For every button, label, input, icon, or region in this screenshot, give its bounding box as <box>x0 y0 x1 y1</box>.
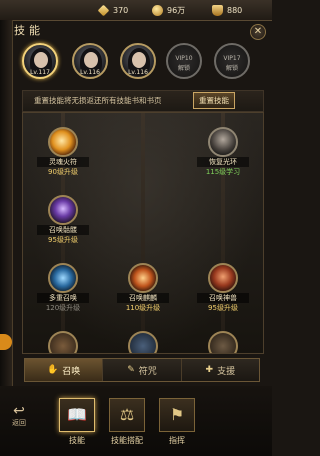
nav-label: 技能 <box>69 436 85 445</box>
hero-level: Lv.116 <box>128 69 148 76</box>
skill-name: 召唤神兽 <box>197 293 249 303</box>
reset-skills-button[interactable]: 重置技能 <box>193 92 235 109</box>
back-arrow-icon: ↩ <box>13 403 25 419</box>
command-icon: ⚑ <box>159 398 195 432</box>
skeleton-icon <box>48 195 78 225</box>
skill-status: 95级升级 <box>208 304 238 312</box>
skill-name: 恢复光环 <box>197 157 249 167</box>
ingot-count: 880 <box>227 5 243 15</box>
tab-talisman[interactable]: ✎ 符咒 <box>103 359 182 381</box>
skill-name: 灵魂火符 <box>37 157 89 167</box>
vip-requirement: VIP10 <box>175 55 193 62</box>
nav-label: 技能搭配 <box>111 436 143 445</box>
vip-requirement: VIP17 <box>223 55 241 62</box>
tab-support[interactable]: ✚ 支援 <box>182 359 259 381</box>
skill-status: 95级升级 <box>48 236 78 244</box>
support-icon: ✚ <box>205 365 214 375</box>
skill-name: 召唤麒麟 <box>117 293 169 303</box>
skill-soul-fire-talisman[interactable]: 灵魂火符 90级升级 <box>37 127 89 176</box>
skill-multi-summon[interactable]: 多重召唤 120级升级 <box>37 263 89 312</box>
tab-label: 召唤 <box>62 366 81 377</box>
fire-talisman-icon <box>48 127 78 157</box>
talisman-icon: ✎ <box>127 365 135 375</box>
skill-summon-skeleton[interactable]: 召唤骷髅 95级升级 <box>37 195 89 244</box>
coin-count: 96万 <box>167 5 186 15</box>
skill-name: 召唤骷髅 <box>37 225 89 235</box>
skill-icon <box>128 331 158 353</box>
skill-status: 120级升级 <box>45 304 81 312</box>
skill-partial-3[interactable] <box>197 331 249 353</box>
multi-summon-icon <box>48 263 78 293</box>
nav-skills[interactable]: 📖 技能 <box>56 398 98 450</box>
back-label: 返回 <box>12 419 26 427</box>
skill-status: 115级学习 <box>205 168 241 176</box>
skill-status: 110级升级 <box>125 304 161 312</box>
back-button[interactable]: ↩ 返回 <box>4 404 34 432</box>
gem-counter: 370 <box>97 3 129 17</box>
skill-category-tabs: ✋ 召唤 ✎ 符咒 ✚ 支援 <box>24 358 260 382</box>
gem-count: 370 <box>113 5 129 15</box>
locked-slot-vip17[interactable]: VIP17 解锁 <box>214 43 250 79</box>
locked-slot-vip10[interactable]: VIP10 解锁 <box>166 43 202 79</box>
hero-portrait-1[interactable]: Lv.117 <box>22 43 58 79</box>
skill-track-center <box>141 113 145 353</box>
unlock-label: 解锁 <box>225 65 238 72</box>
skill-status: 90级升级 <box>48 168 78 176</box>
tab-label: 支援 <box>217 366 236 377</box>
summon-icon: ✋ <box>47 365 59 375</box>
nav-command[interactable]: ⚑ 指挥 <box>156 398 198 450</box>
ingot-icon <box>212 4 223 16</box>
skill-book-icon: 📖 <box>59 398 95 432</box>
skill-summon-divine-beast[interactable]: 召唤神兽 95级升级 <box>197 263 249 312</box>
qilin-icon <box>128 263 158 293</box>
reset-hint: 重置技能将无损返还所有技能书和书页 <box>34 96 162 105</box>
hero-portrait-2[interactable]: Lv.116 <box>72 43 108 79</box>
page-title: 技能 <box>14 24 44 37</box>
tab-summon[interactable]: ✋ 召唤 <box>25 359 104 381</box>
skill-partial-2[interactable] <box>117 331 169 353</box>
unlock-label: 解锁 <box>177 65 190 72</box>
nav-skill-combo[interactable]: ⚖ 技能搭配 <box>106 398 148 450</box>
gem-icon <box>97 4 110 16</box>
skill-name: 多重召唤 <box>37 293 89 303</box>
tab-label: 符咒 <box>138 366 157 377</box>
hero-level: Lv.116 <box>80 69 100 76</box>
ingot-counter: 880 <box>212 3 242 17</box>
skill-restore-halo[interactable]: 恢复光环 115级学习 <box>197 127 249 176</box>
hero-portrait-3[interactable]: Lv.116 <box>120 43 156 79</box>
nav-label: 指挥 <box>169 436 185 445</box>
close-icon[interactable]: ✕ <box>250 24 266 40</box>
divine-beast-icon <box>208 263 238 293</box>
skill-combo-icon: ⚖ <box>109 398 145 432</box>
hero-level: Lv.117 <box>30 69 50 76</box>
skill-partial-1[interactable] <box>37 331 89 353</box>
restore-halo-icon <box>208 127 238 157</box>
skill-summon-qilin[interactable]: 召唤麒麟 110级升级 <box>117 263 169 312</box>
skill-icon <box>48 331 78 353</box>
coin-counter: 96万 <box>152 3 185 17</box>
skill-icon <box>208 331 238 353</box>
skill-tree-panel[interactable]: 灵魂火符 90级升级 恢复光环 115级学习 召唤骷髅 95级升级 多重召唤 1… <box>22 112 264 354</box>
coin-icon <box>152 4 163 16</box>
